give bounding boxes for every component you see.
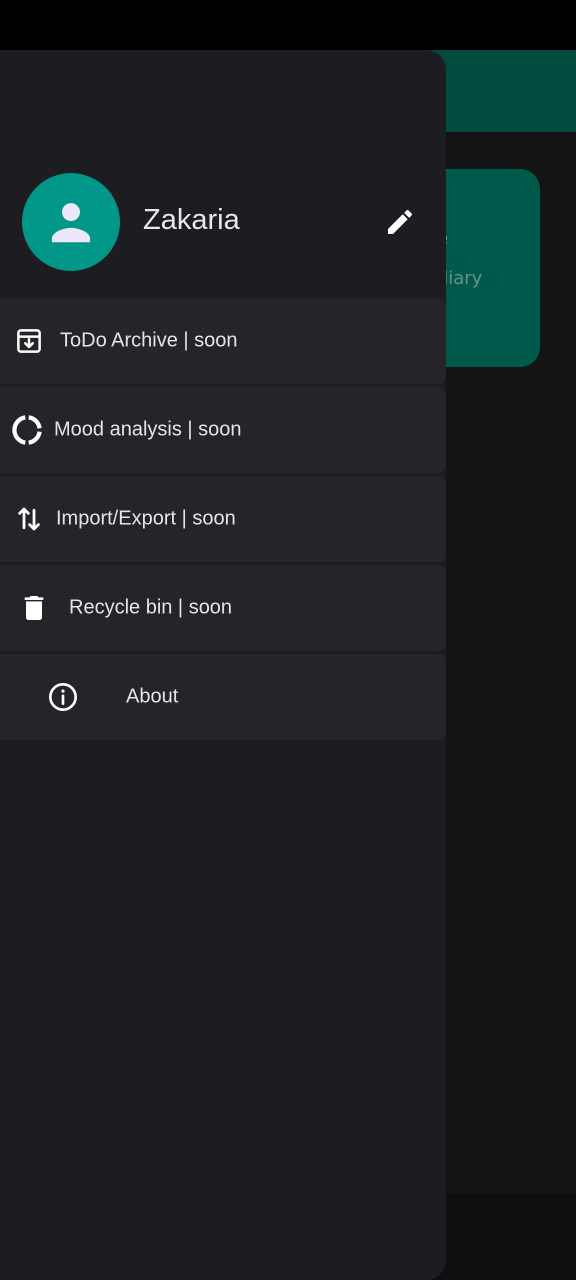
menu-item-label: ToDo Archive | soon — [60, 329, 238, 352]
swap-vertical-icon — [14, 504, 44, 534]
menu-item-import-export[interactable]: Import/Export | soon — [0, 476, 446, 562]
menu-item-about[interactable]: About — [0, 654, 446, 740]
status-bar — [0, 0, 576, 50]
trash-icon — [18, 592, 50, 624]
donut-chart-icon — [10, 413, 44, 447]
edit-profile-button[interactable] — [378, 200, 422, 244]
menu-item-label: Import/Export | soon — [56, 507, 236, 530]
archive-icon — [14, 326, 44, 356]
drawer-menu: ToDo Archive | soon Mood analysis | soon… — [0, 298, 446, 743]
menu-item-label: Mood analysis | soon — [54, 418, 242, 441]
menu-item-label: About — [126, 685, 179, 708]
person-icon — [51, 203, 91, 243]
menu-item-mood-analysis[interactable]: Mood analysis | soon — [0, 387, 446, 473]
menu-item-todo-archive[interactable]: ToDo Archive | soon — [0, 298, 446, 384]
menu-item-label: Recycle bin | soon — [69, 596, 233, 619]
menu-item-recycle-bin[interactable]: Recycle bin | soon — [0, 565, 446, 651]
drawer-profile-header: Zakaria — [0, 50, 446, 298]
avatar[interactable] — [22, 173, 120, 271]
info-icon — [47, 681, 79, 713]
user-name: Zakaria — [143, 204, 240, 236]
pencil-icon — [388, 209, 413, 234]
navigation-drawer: Zakaria ToDo Archive | soon Mood analysi… — [0, 50, 446, 1280]
